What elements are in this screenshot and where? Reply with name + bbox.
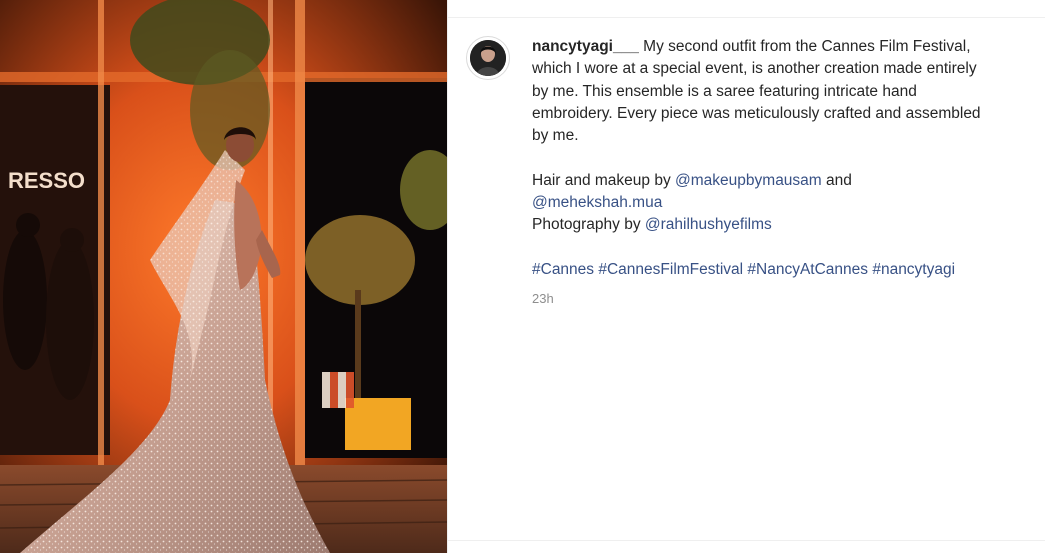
caption-comment: nancytyagi___ My second outfit from the … xyxy=(466,36,1031,307)
mention-link[interactable]: @mehekshah.mua xyxy=(532,194,662,211)
divider xyxy=(448,17,1045,18)
divider xyxy=(448,540,1045,541)
caption-text: My second outfit from the Cannes Film Fe… xyxy=(643,38,971,55)
credits-paragraph: Hair and makeup by @makeupbymausam and @… xyxy=(532,170,1031,237)
avatar[interactable] xyxy=(466,36,510,80)
instagram-post: RESSO nancytyagi___ My second outfit fro… xyxy=(0,0,1045,553)
post-photo[interactable]: RESSO xyxy=(0,0,447,553)
username-link[interactable]: nancytyagi___ xyxy=(532,38,639,55)
timestamp[interactable]: 23h xyxy=(532,291,1031,307)
hashtag-link[interactable]: #CannesFilmFestival xyxy=(598,261,743,278)
caption-line-first: nancytyagi___ My second outfit from the … xyxy=(532,36,1031,58)
hashtag-link[interactable]: #nancytyagi xyxy=(872,261,955,278)
mention-link[interactable]: @rahilhushyefilms xyxy=(645,216,772,233)
caption-text-block: nancytyagi___ My second outfit from the … xyxy=(532,36,1031,307)
credits-line-hair: Hair and makeup by @makeupbymausam and xyxy=(532,170,1031,192)
post-side-panel: nancytyagi___ My second outfit from the … xyxy=(447,0,1045,553)
credits-text: Photography by xyxy=(532,216,645,234)
credits-text: Hair and makeup by xyxy=(532,171,676,189)
caption-paragraph: nancytyagi___ My second outfit from the … xyxy=(532,36,1031,147)
mention-link[interactable]: @makeupbymausam xyxy=(675,172,822,189)
caption-text: by me. xyxy=(532,127,579,145)
caption-text: by me. This ensemble is a saree featurin… xyxy=(532,82,917,100)
credits-line-mention: @mehekshah.mua xyxy=(532,192,1031,214)
hashtag-line: #Cannes #CannesFilmFestival #NancyAtCann… xyxy=(532,259,1031,281)
caption-text: which I wore at a special event, is anot… xyxy=(532,60,977,78)
hashtags-paragraph: #Cannes #CannesFilmFestival #NancyAtCann… xyxy=(532,259,1031,281)
profile-avatar-icon xyxy=(470,40,506,76)
post-photo-artwork: RESSO xyxy=(0,0,447,553)
hashtag-link[interactable]: #Cannes xyxy=(532,261,594,278)
hashtag-link[interactable]: #NancyAtCannes xyxy=(747,261,868,278)
credits-line-photo: Photography by @rahilhushyefilms xyxy=(532,214,1031,236)
neon-sign-text: RESSO xyxy=(8,168,85,193)
avatar-image xyxy=(470,40,506,76)
credits-text: and xyxy=(821,171,852,189)
caption-text: embroidery. Every piece was meticulously… xyxy=(532,104,981,122)
